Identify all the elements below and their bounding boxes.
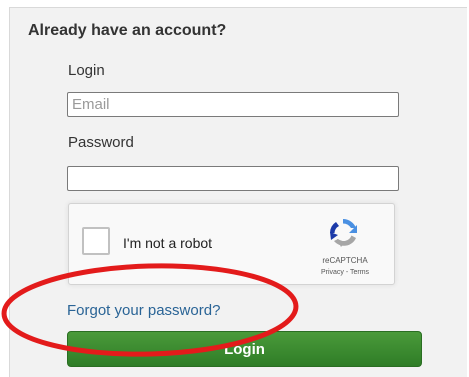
forgot-password-link[interactable]: Forgot your password? — [67, 302, 220, 319]
login-label: Login — [68, 62, 105, 79]
recaptcha-checkbox[interactable] — [82, 227, 110, 255]
login-button[interactable]: Login — [67, 331, 422, 367]
recaptcha-privacy-link[interactable]: Privacy — [321, 269, 344, 276]
recaptcha-legal: Privacy - Terms — [295, 269, 395, 276]
email-input[interactable] — [67, 92, 399, 117]
recaptcha-widget: I'm not a robot reCAPTCHA Privacy - Term… — [68, 203, 395, 285]
password-input[interactable] — [67, 166, 399, 191]
recaptcha-logo-icon — [329, 219, 357, 247]
recaptcha-brand: reCAPTCHA — [322, 256, 368, 265]
recaptcha-terms-link[interactable]: Terms — [350, 269, 369, 276]
recaptcha-label: I'm not a robot — [123, 235, 213, 251]
password-label: Password — [68, 134, 134, 151]
login-heading: Already have an account? — [28, 22, 227, 39]
